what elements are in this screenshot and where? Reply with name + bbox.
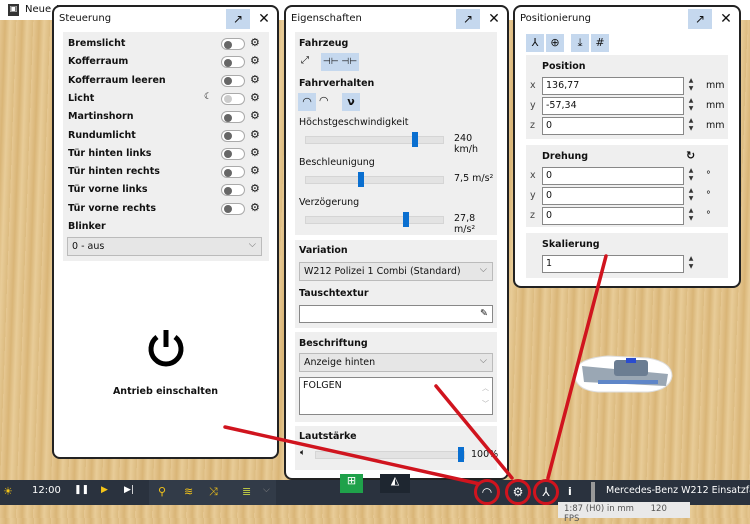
settings-gear-button[interactable]: ⚙	[505, 479, 531, 505]
positioning-button[interactable]: ⅄	[533, 479, 559, 505]
annotation-lines	[223, 254, 608, 486]
driving-panel-button[interactable]: ◠	[474, 479, 500, 505]
annotation-line	[434, 384, 514, 480]
annotation-line	[546, 254, 608, 480]
annotation-line	[223, 425, 482, 486]
